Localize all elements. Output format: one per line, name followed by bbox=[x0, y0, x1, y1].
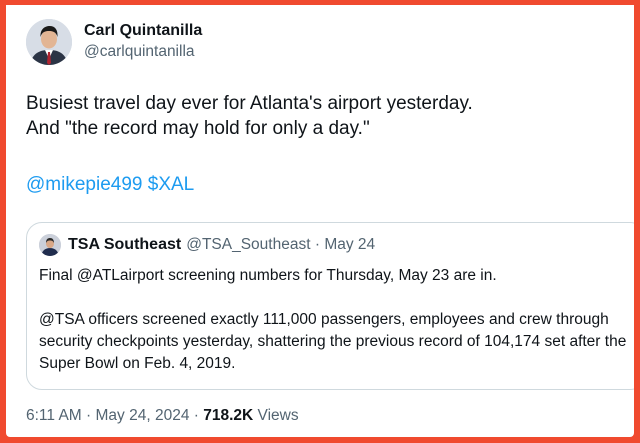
quoted-display-name[interactable]: TSA Southeast bbox=[68, 236, 181, 254]
tweet-footer: 6:11 AM · May 24, 2024 · 718.2K Views bbox=[26, 407, 299, 425]
tweet-mentions: @mikepie499 $XAL bbox=[26, 172, 194, 197]
tweet-card: Carl Quintanilla @carlquintanilla Busies… bbox=[6, 5, 634, 437]
views-count: 718.2K bbox=[203, 407, 254, 424]
tweet-text: Busiest travel day ever for Atlanta's ai… bbox=[26, 91, 616, 141]
views-label: Views bbox=[257, 407, 299, 424]
cashtag-link[interactable]: $XAL bbox=[148, 174, 194, 195]
quoted-handle[interactable]: @TSA_Southeast bbox=[186, 236, 310, 253]
quoted-paragraph: @TSA officers screened exactly 111,000 p… bbox=[39, 311, 627, 372]
quoted-meta: @TSA_Southeast · May 24 bbox=[186, 236, 375, 254]
tweet-date[interactable]: May 24, 2024 bbox=[96, 407, 190, 424]
author-avatar[interactable] bbox=[26, 19, 72, 65]
footer-separator: · bbox=[86, 407, 92, 424]
quoted-paragraph: Final @ATLairport screening numbers for … bbox=[39, 267, 497, 284]
quoted-separator: · bbox=[314, 236, 320, 253]
tweet-header: Carl Quintanilla @carlquintanilla bbox=[26, 19, 202, 65]
author-names: Carl Quintanilla @carlquintanilla bbox=[84, 21, 202, 63]
tweet-text-line: And "the record may hold for only a day.… bbox=[26, 118, 370, 139]
mention-link[interactable]: @mikepie499 bbox=[26, 174, 142, 195]
quoted-date[interactable]: May 24 bbox=[324, 236, 375, 253]
tweet-text-line: Busiest travel day ever for Atlanta's ai… bbox=[26, 93, 473, 114]
quoted-tweet[interactable]: TSA Southeast @TSA_Southeast · May 24 Fi… bbox=[26, 222, 634, 390]
quoted-header: TSA Southeast @TSA_Southeast · May 24 bbox=[39, 233, 633, 257]
footer-separator: · bbox=[193, 407, 199, 424]
quoted-avatar[interactable] bbox=[39, 234, 61, 256]
tweet-time[interactable]: 6:11 AM bbox=[26, 407, 82, 424]
author-handle[interactable]: @carlquintanilla bbox=[84, 41, 202, 63]
author-display-name[interactable]: Carl Quintanilla bbox=[84, 21, 202, 41]
quoted-text: Final @ATLairport screening numbers for … bbox=[39, 265, 629, 375]
